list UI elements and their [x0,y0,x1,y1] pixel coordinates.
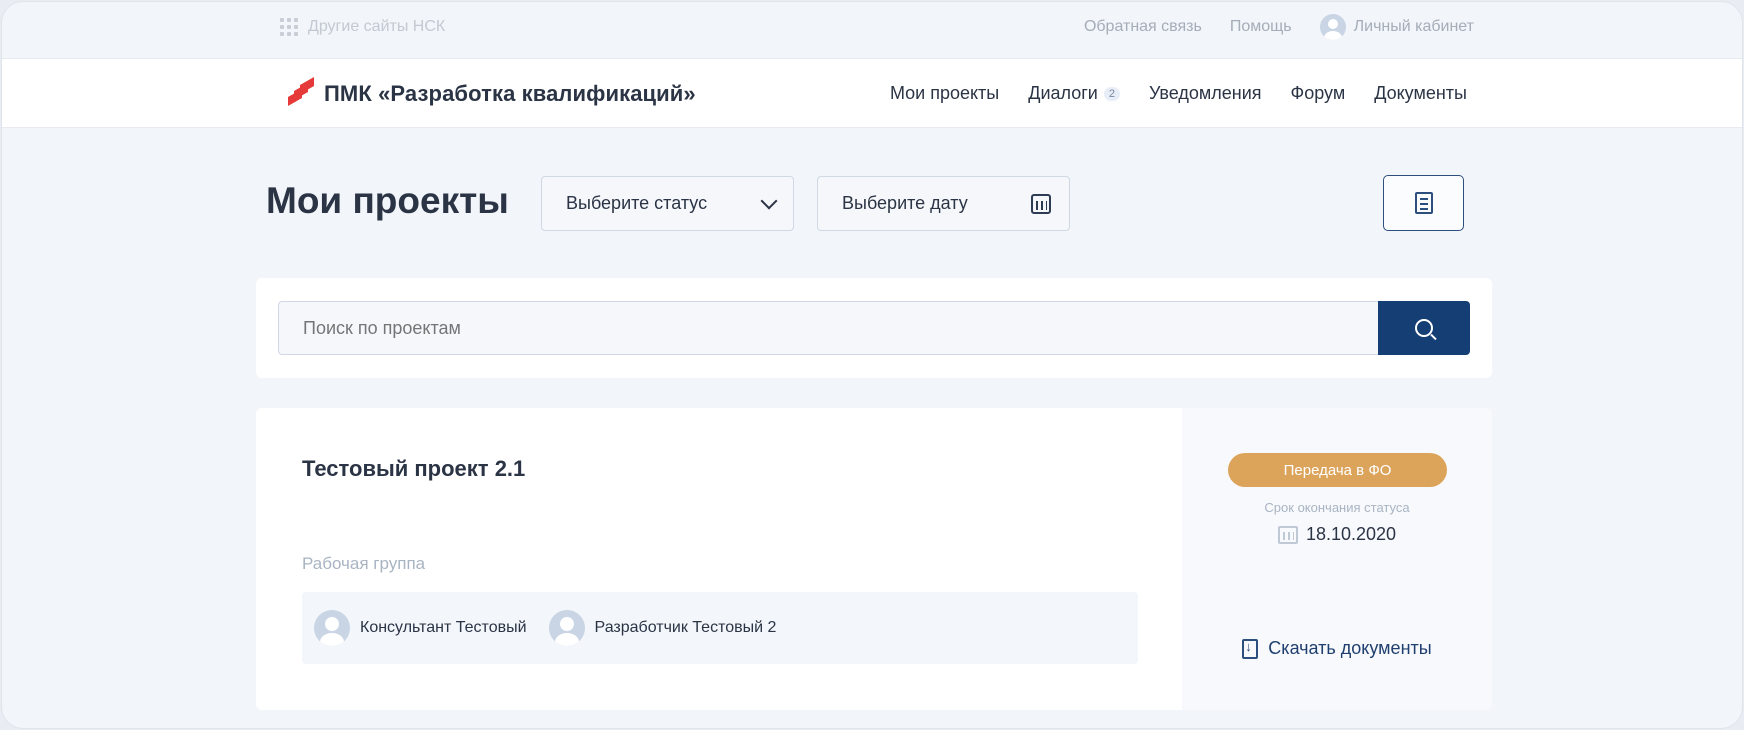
members-list: Консультант Тестовый Разработчик Тестовы… [302,592,1138,664]
feedback-link[interactable]: Обратная связь [1084,18,1202,36]
other-sites-label: Другие сайты НСК [308,18,446,35]
search-icon [1415,319,1433,337]
work-group-label: Рабочая группа [302,554,426,573]
utility-links: Обратная связь Помощь Личный кабинет [1056,14,1474,40]
calendar-icon [1277,525,1298,544]
download-documents-link[interactable]: Скачать документы [1182,638,1492,659]
nav-notifications[interactable]: Уведомления [1149,83,1262,104]
avatar [314,610,350,646]
deadline-date: 18.10.2020 [1305,524,1397,544]
utility-bar: Другие сайты НСК Обратная связь Помощь Л… [2,2,1742,58]
app-frame: Другие сайты НСК Обратная связь Помощь Л… [1,1,1743,729]
status-select[interactable]: Выберите статус [541,176,794,231]
chevron-down-icon [760,192,778,210]
date-select-label: Выберите дату [842,193,968,213]
checklist-icon [1414,192,1433,214]
nav-label: Документы [1374,83,1467,103]
logo[interactable]: ПМК «Разработка квалификаций» [286,76,696,109]
search-input[interactable] [278,301,1388,355]
download-file-icon [1242,638,1259,659]
main-nav: Мои проекты Диалоги 2 Уведомления Форум … [861,83,1467,104]
nav-label: Диалоги [1028,83,1098,103]
nav-label: Мои проекты [889,83,1000,103]
logo-icon [286,76,314,109]
deadline: 18.10.2020 [1182,524,1492,545]
app-title: ПМК «Разработка квалификаций» [324,81,696,106]
project-title[interactable]: Тестовый проект 2.1 [302,456,525,482]
other-sites-link[interactable]: Другие сайты НСК [280,18,445,36]
account-link[interactable]: Личный кабинет [1319,14,1474,40]
search-card [256,278,1492,378]
download-label: Скачать документы [1268,638,1432,658]
nav-forum[interactable]: Форум [1291,83,1346,104]
nav-label: Форум [1290,83,1346,103]
status-select-label: Выберите статус [566,193,708,213]
member-item[interactable]: Разработчик Тестовый 2 [548,610,777,646]
member-name: Консультант Тестовый [360,619,527,636]
nav-label: Уведомления [1148,83,1262,103]
search-button[interactable] [1378,301,1470,355]
account-label: Личный кабинет [1353,18,1474,35]
nav-my-projects[interactable]: Мои проекты [890,83,999,104]
nav-documents[interactable]: Документы [1374,83,1467,104]
project-status-panel: Передача в ФО Срок окончания статуса 18.… [1182,408,1492,710]
deadline-label: Срок окончания статуса [1264,500,1410,515]
main-header: ПМК «Разработка квалификаций» Мои проект… [2,58,1742,128]
dialogs-count-badge: 2 [1103,86,1120,101]
avatar [548,610,585,646]
project-card: Тестовый проект 2.1 Рабочая группа Консу… [256,408,1492,710]
date-select[interactable]: Выберите дату [817,176,1070,231]
status-badge: Передача в ФО [1228,453,1447,487]
calendar-icon [1031,194,1051,214]
grid-icon [280,18,298,36]
user-icon [1319,14,1346,40]
member-item[interactable]: Консультант Тестовый [314,610,527,646]
page-title: Мои проекты [266,180,509,221]
help-link[interactable]: Помощь [1230,18,1292,36]
member-name: Разработчик Тестовый 2 [594,619,777,636]
report-button[interactable] [1383,175,1464,231]
nav-dialogs[interactable]: Диалоги 2 [1028,83,1120,104]
